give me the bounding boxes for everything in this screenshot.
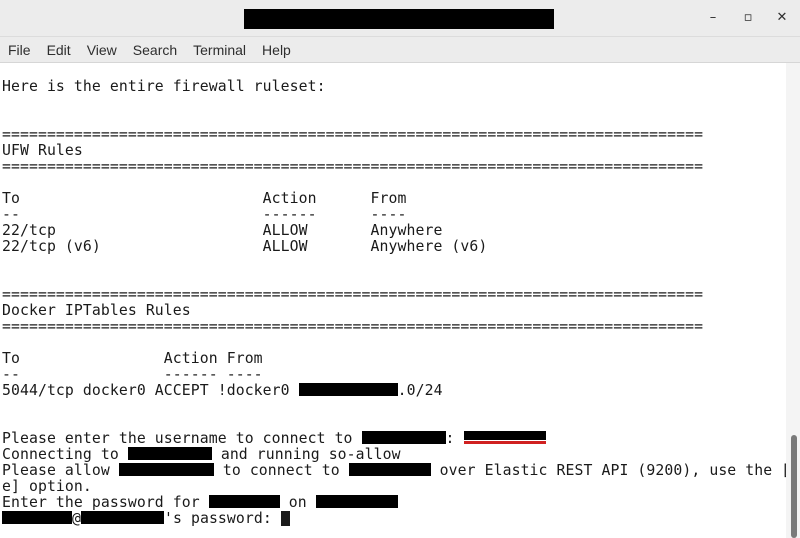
connecting-suffix: and running so-allow [211,446,401,463]
allow-suffix: over Elastic REST API (9200), use the [ [430,462,786,479]
menu-bar: File Edit View Search Terminal Help [0,37,800,63]
ufw-table-row: 22/tcp ALLOW Anywhere [2,222,443,239]
username-prompt-line: Please enter the username to connect to … [2,431,546,447]
docker-row-text: 5044/tcp docker0 ACCEPT !docker0 [2,382,299,399]
title-bar[interactable]: – ▫ ✕ [0,0,800,37]
vertical-scrollbar[interactable] [786,63,800,538]
allow-continuation: e] option. [2,478,92,495]
ufw-table-dashes: -- ------ ---- [2,206,407,223]
ufw-table-header: To Action From [2,190,407,207]
docker-heading: Docker IPTables Rules [2,302,191,319]
password-text: Enter the password for [2,494,209,511]
menu-terminal[interactable]: Terminal [193,42,246,58]
redacted-username [208,495,280,508]
terminal-window: – ▫ ✕ File Edit View Search Terminal Hel… [0,0,800,538]
menu-edit[interactable]: Edit [47,42,71,58]
separator: ========================================… [2,126,704,143]
docker-table-header: To Action From [2,350,263,367]
redacted-host [361,431,446,444]
redacted-host [127,447,212,460]
allow-line: Please allow to connect to over Elastic … [2,463,786,479]
docker-row-subnet: .0/24 [397,382,443,399]
allow-text: Please allow [2,462,119,479]
separator: ========================================… [2,158,704,175]
terminal-output[interactable]: Here is the entire firewall ruleset: ===… [0,63,786,538]
docker-table-dashes: -- ------ ---- [2,366,263,383]
ufw-table-row: 22/tcp (v6) ALLOW Anywhere (v6) [2,238,488,255]
separator: ========================================… [2,318,704,335]
text-cursor [280,511,290,526]
username-prompt-text: Please enter the username to connect to [2,430,362,447]
menu-help[interactable]: Help [262,42,291,58]
at-sign: @ [72,510,81,527]
intro-line: Here is the entire firewall ruleset: [2,78,326,95]
connecting-line: Connecting to and running so-allow [2,447,401,463]
menu-file[interactable]: File [8,42,31,58]
separator: ========================================… [2,286,704,303]
ufw-heading: UFW Rules [2,142,83,159]
redacted-ip [118,463,214,476]
scrollbar-thumb[interactable] [791,435,797,538]
password-middle: on [279,494,316,511]
maximize-button[interactable]: ▫ [738,9,758,27]
menu-view[interactable]: View [87,42,117,58]
password-line: Enter the password for on [2,495,398,511]
prompt-colon: : [445,430,455,447]
redacted-username [463,431,546,440]
allow-middle: to connect to [213,462,349,479]
docker-table-row: 5044/tcp docker0 ACCEPT !docker0 .0/24 [2,383,443,399]
redacted-host [348,463,431,476]
close-button[interactable]: ✕ [772,9,792,27]
minimize-button[interactable]: – [703,9,723,27]
redacted-username [2,511,72,524]
ssh-password-prompt: @ 's password: [2,511,290,527]
redacted-ip [298,383,398,396]
window-title-redacted [244,9,554,29]
username-entry-underline [463,431,546,444]
connecting-text: Connecting to [2,446,128,463]
ssh-prompt-text: 's password: [164,510,281,527]
menu-search[interactable]: Search [133,42,177,58]
redacted-host [81,511,164,524]
redacted-host [315,495,398,508]
